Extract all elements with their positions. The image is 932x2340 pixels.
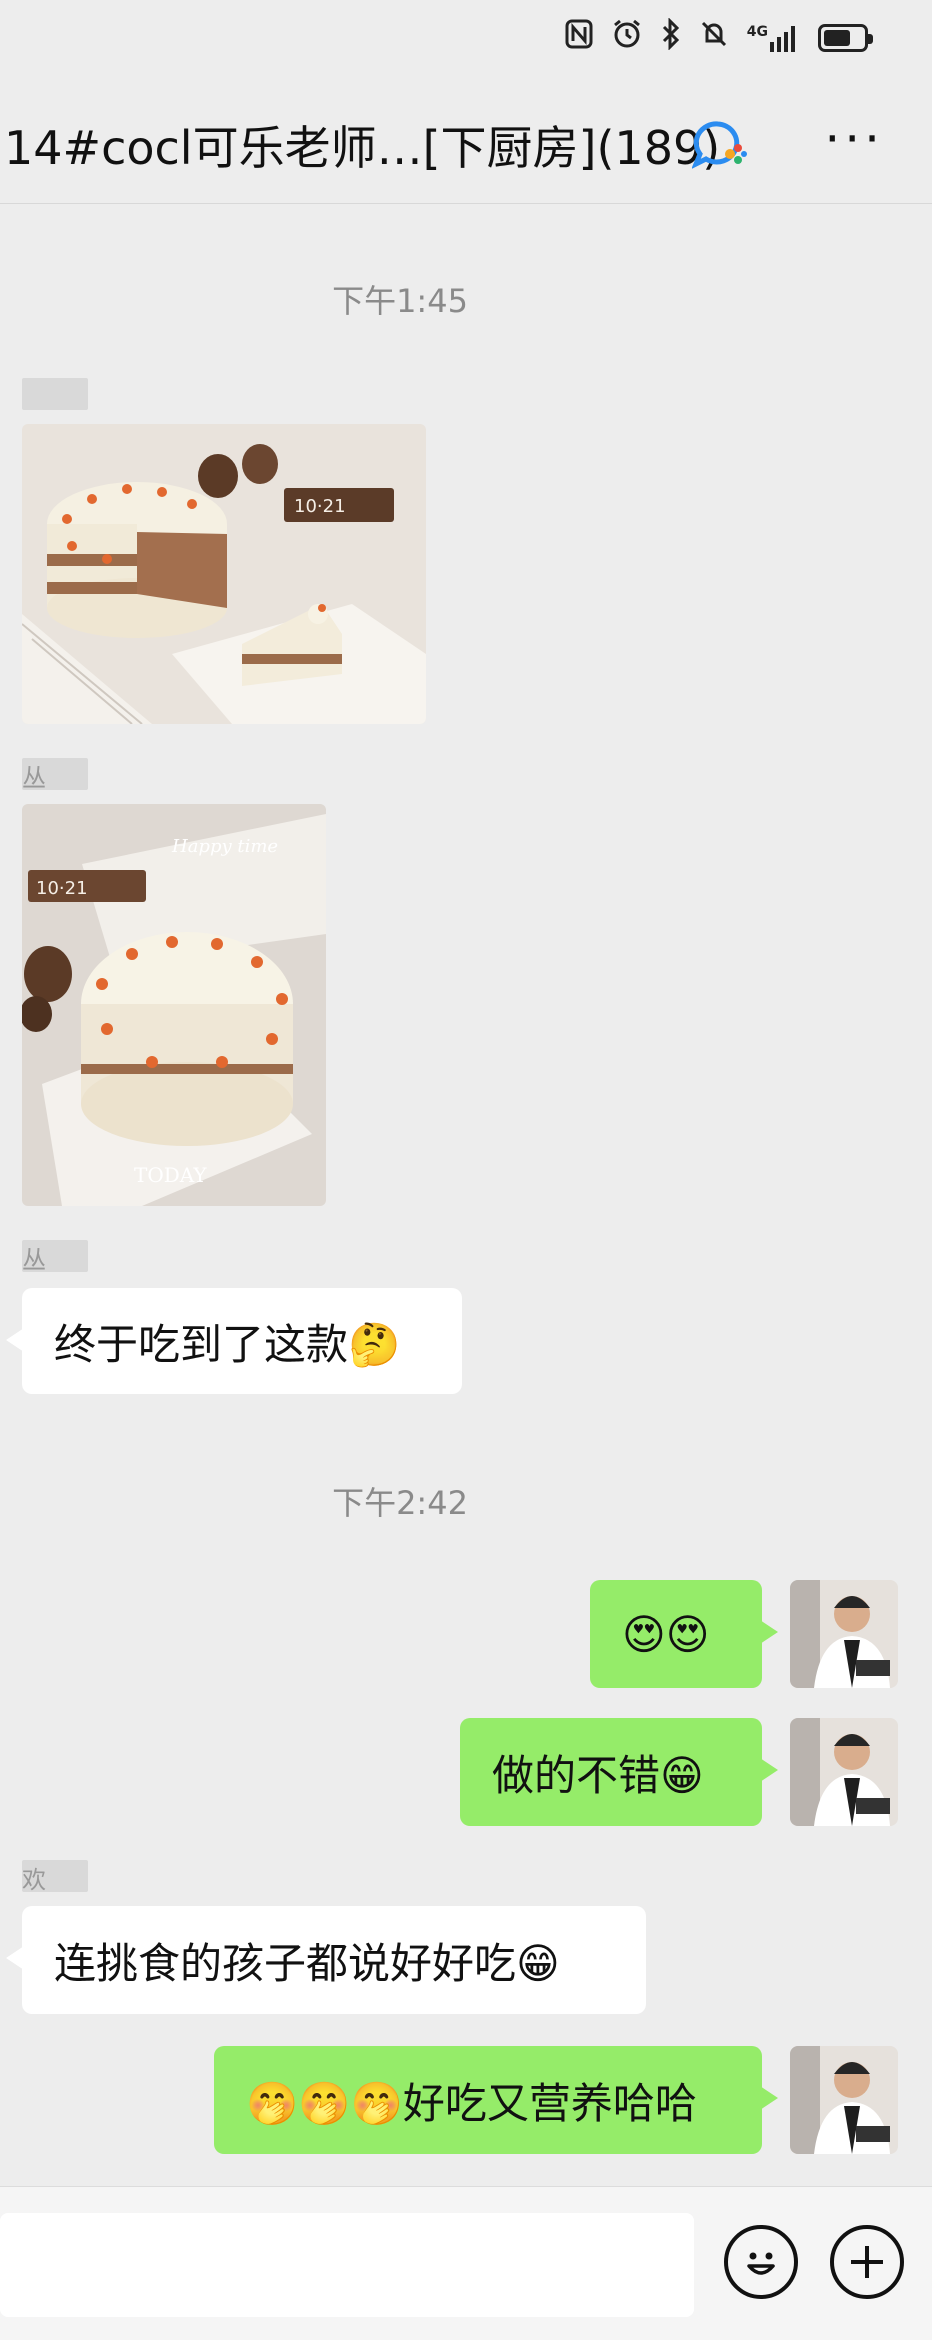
message-bubble-sent[interactable]: 做的不错😁 [460,1718,778,1826]
message-input-bar [0,2186,932,2340]
avatar-image [790,2046,898,2154]
avatar[interactable] [790,2046,898,2154]
message-bubble-received[interactable]: 终于吃到了这款🤔 [6,1288,462,1394]
chat-header: 14#cocl可乐老师…[下厨房](189) ··· [0,72,932,204]
plus-circle-icon [851,2246,883,2278]
message-text: 😍😍 [622,1609,710,1659]
timestamp: 下午2:42 [332,1484,468,1522]
avatar[interactable] [790,1718,898,1826]
avatar-image [790,1718,898,1826]
smile-icon [747,2252,775,2275]
sender-name: 丛 [22,764,46,790]
photo-2-date-label: 10·21 [36,878,88,899]
network-type-label: 4G [746,24,768,40]
message-input[interactable] [0,2213,694,2317]
alarm-icon [611,18,643,58]
bluetooth-icon [661,17,681,58]
message-text: 🤭🤭🤭好吃又营养哈哈 [246,2078,697,2128]
status-bar: 4G [0,0,932,72]
cake-photo-2-image: Happy time 10·21 TODAY [22,804,326,1206]
battery-icon [818,24,873,52]
sender-name: 丛 [22,1246,46,1272]
message-bubble-sent[interactable]: 😍😍 [590,1580,778,1688]
timestamp: 下午1:45 [332,282,468,320]
emoji-button[interactable] [724,2225,798,2299]
sender-name-blurred: 丛 [22,1240,88,1272]
photo-2-top-text: Happy time [171,836,278,857]
more-actions-button[interactable] [830,2225,904,2299]
sender-name-blurred [22,378,88,410]
sender-name: 欢 [22,1866,46,1892]
photo-2-caption: TODAY [134,1163,207,1187]
cake-photo-1-image: 10·21 [22,424,426,724]
photo-1-date-label: 10·21 [294,496,346,517]
cake-photo-1[interactable]: 10·21 [22,424,426,724]
cake-photo-2[interactable]: Happy time 10·21 TODAY [22,804,326,1206]
message-text: 连挑食的孩子都说好好吃😁 [54,1938,560,1988]
status-icons: 4G [565,17,873,58]
avatar[interactable] [790,1580,898,1688]
group-chat-badge-icon [691,118,748,178]
nfc-icon [565,19,593,57]
message-text: 做的不错😁 [492,1750,704,1800]
chat-title: 14#cocl可乐老师…[下厨房](189) [4,121,721,175]
message-bubble-received[interactable]: 连挑食的孩子都说好好吃😁 [6,1906,646,2014]
sender-name-blurred: 欢 [22,1860,88,1892]
signal-icon: 4G [747,24,800,52]
message-bubble-sent[interactable]: 🤭🤭🤭好吃又营养哈哈 [214,2046,778,2154]
sender-name-blurred: 丛 [22,758,88,790]
mute-icon [699,19,729,57]
message-text: 终于吃到了这款🤔 [54,1319,401,1369]
avatar-image [790,1580,898,1688]
more-options-button[interactable]: ··· [824,110,884,168]
